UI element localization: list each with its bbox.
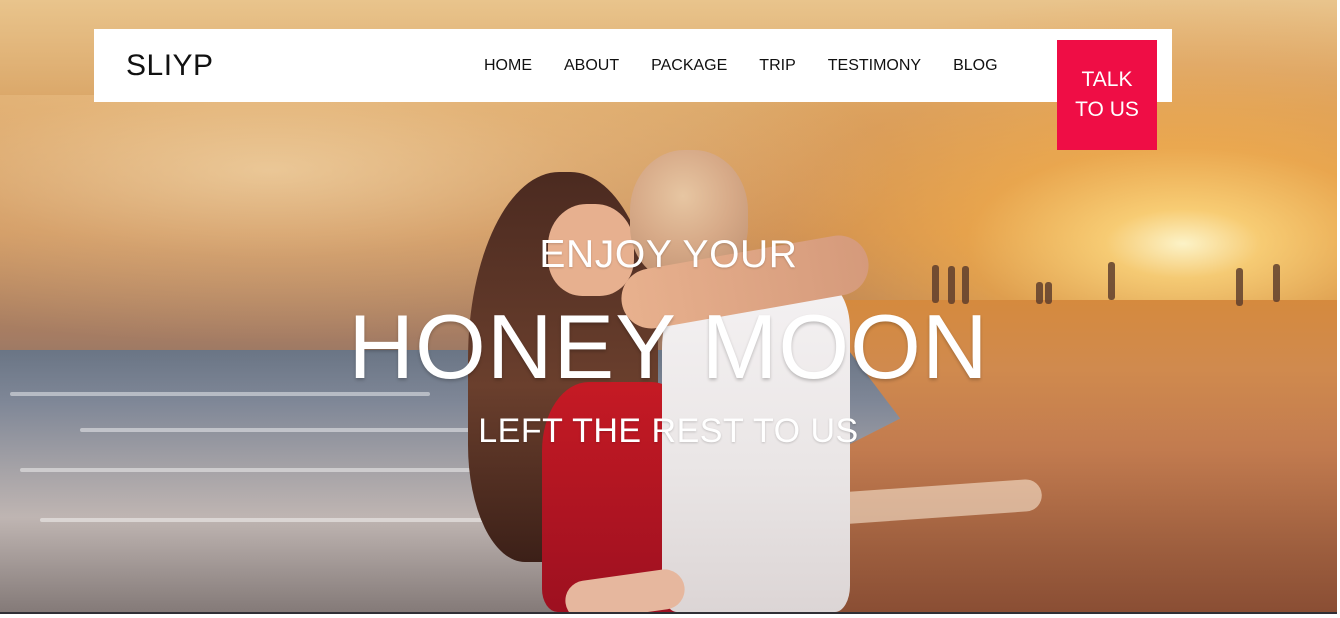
wave-highlight bbox=[10, 392, 430, 396]
section-divider bbox=[0, 612, 1337, 614]
beach-sand bbox=[777, 300, 1337, 612]
brand-logo[interactable]: SLIYP bbox=[126, 49, 214, 83]
woman-face bbox=[548, 204, 634, 296]
distant-person-silhouette bbox=[932, 265, 939, 303]
distant-person-silhouette bbox=[1108, 262, 1115, 300]
nav-item-home[interactable]: HOME bbox=[484, 55, 532, 77]
nav-item-trip[interactable]: TRIP bbox=[759, 55, 795, 77]
nav-item-about[interactable]: ABOUT bbox=[564, 55, 619, 77]
distant-person-silhouette bbox=[1236, 268, 1243, 306]
top-navigation-bar: SLIYP HOME ABOUT PACKAGE TRIP TESTIMONY … bbox=[94, 29, 1172, 102]
distant-person-silhouette bbox=[1045, 282, 1052, 304]
talk-to-us-button[interactable]: TALK TO US bbox=[1057, 40, 1157, 150]
nav-item-testimony[interactable]: TESTIMONY bbox=[828, 55, 921, 77]
distant-person-silhouette bbox=[1273, 264, 1280, 302]
white-shirt bbox=[662, 283, 850, 612]
distant-person-silhouette bbox=[1036, 282, 1043, 304]
nav-item-package[interactable]: PACKAGE bbox=[651, 55, 727, 77]
distant-person-silhouette bbox=[948, 266, 955, 304]
distant-person-silhouette bbox=[962, 266, 969, 304]
nav-item-blog[interactable]: BLOG bbox=[953, 55, 997, 77]
main-navigation: HOME ABOUT PACKAGE TRIP TESTIMONY BLOG bbox=[484, 55, 998, 77]
